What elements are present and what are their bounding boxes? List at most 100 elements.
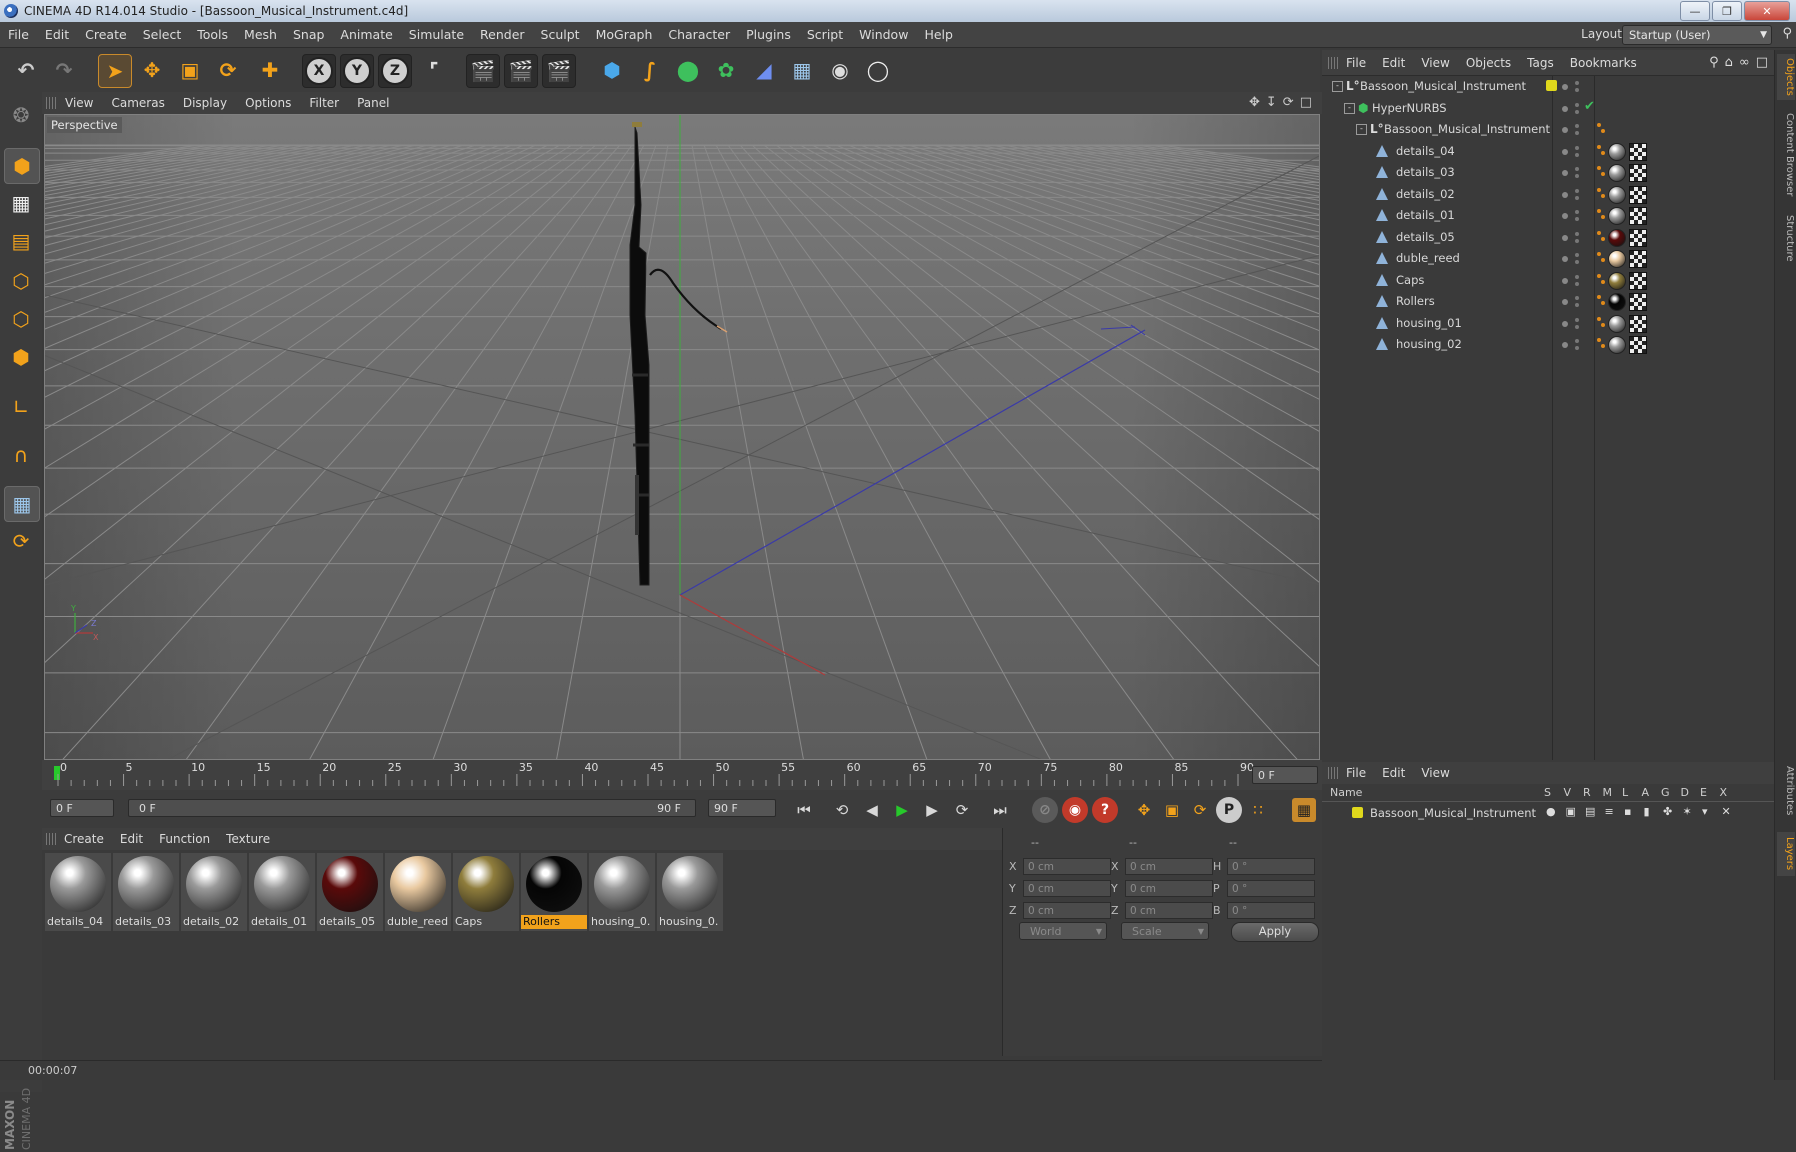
menu-character[interactable]: Character xyxy=(660,27,738,42)
close-button[interactable]: ✕ xyxy=(1744,1,1790,21)
editor-visibility-icon[interactable] xyxy=(1575,253,1579,257)
previous-key-button[interactable]: ⟲ xyxy=(830,798,854,822)
viewport-menu-view[interactable]: View xyxy=(56,96,102,110)
material-item[interactable]: housing_0. xyxy=(589,853,655,931)
array-button[interactable]: ✿ xyxy=(710,54,742,86)
material-item[interactable]: details_02 xyxy=(181,853,247,931)
end-frame-field[interactable]: 90 F xyxy=(708,799,776,817)
phong-tag-icon[interactable] xyxy=(1597,229,1605,245)
live-selection-tool[interactable]: ➤ xyxy=(98,54,132,88)
material-item[interactable]: details_05 xyxy=(317,853,383,931)
render-visibility-icon[interactable] xyxy=(1575,260,1579,264)
workplane-mode-button[interactable]: ▤ xyxy=(4,224,38,258)
phong-tag-icon[interactable] xyxy=(1597,207,1605,223)
object-row[interactable]: Rollers xyxy=(1322,291,1774,312)
editor-visibility-icon[interactable] xyxy=(1575,188,1579,193)
layout-select[interactable]: Startup (User) ▼ xyxy=(1622,25,1772,45)
go-to-start-button[interactable]: ⏮ xyxy=(792,798,816,822)
material-item[interactable]: Rollers xyxy=(521,853,587,931)
render-visibility-icon[interactable] xyxy=(1575,324,1579,329)
visibility-dot-icon[interactable] xyxy=(1562,191,1568,198)
object-menu-tags[interactable]: Tags xyxy=(1519,56,1562,70)
y-axis-lock[interactable]: Y xyxy=(340,54,374,88)
layer-color-swatch[interactable] xyxy=(1546,80,1557,91)
menu-script[interactable]: Script xyxy=(799,27,851,42)
apply-button[interactable]: Apply xyxy=(1231,922,1319,942)
move-tool[interactable]: ✥ xyxy=(136,54,168,86)
viewport-menu-cameras[interactable]: Cameras xyxy=(102,96,173,110)
workplane-lock-button[interactable]: ▦ xyxy=(4,486,40,522)
parameter-key-toggle[interactable]: P xyxy=(1216,797,1242,823)
collapse-toggle-icon[interactable]: - xyxy=(1344,102,1355,114)
next-frame-button[interactable]: ▶ xyxy=(920,798,944,822)
keyframe-selection-button[interactable]: ? xyxy=(1092,797,1118,823)
menu-edit[interactable]: Edit xyxy=(37,27,77,42)
record-keys-button[interactable]: ⊘ xyxy=(1032,797,1058,823)
coord-position-field[interactable]: 0 cm xyxy=(1023,858,1111,875)
render-visibility-icon[interactable] xyxy=(1575,88,1579,92)
visibility-dot-icon[interactable] xyxy=(1562,277,1568,284)
go-to-end-button[interactable]: ⏭ xyxy=(988,798,1012,822)
coord-size-field[interactable]: 0 cm xyxy=(1125,902,1213,919)
polygons-mode-button[interactable]: ⬢ xyxy=(4,340,38,374)
material-item[interactable]: duble_reed xyxy=(385,853,451,931)
tab-layers[interactable]: Layers xyxy=(1777,832,1795,876)
viewport-menu-panel[interactable]: Panel xyxy=(348,96,398,110)
editor-visibility-icon[interactable] xyxy=(1575,274,1579,279)
editor-visibility-icon[interactable] xyxy=(1575,339,1579,343)
visibility-dot-icon[interactable] xyxy=(1562,84,1568,90)
play-button[interactable]: ▶ xyxy=(890,798,914,822)
layer-menu-view[interactable]: View xyxy=(1413,766,1457,780)
material-tag-icon[interactable] xyxy=(1608,314,1626,333)
search-icon[interactable]: ⚲ xyxy=(1782,26,1792,41)
render-visibility-icon[interactable] xyxy=(1575,303,1579,307)
deformer-button[interactable]: ◢ xyxy=(748,54,780,86)
rotate-view-icon[interactable]: ⟳ xyxy=(1283,95,1294,110)
tab-attributes[interactable]: Attributes xyxy=(1777,760,1795,822)
material-item[interactable]: details_04 xyxy=(45,853,111,931)
uvw-tag-icon[interactable] xyxy=(1629,142,1647,161)
material-item[interactable]: housing_0. xyxy=(657,853,723,931)
undo-button[interactable]: ↶ xyxy=(10,54,42,86)
render-visibility-icon[interactable] xyxy=(1575,346,1579,350)
timeline-window-button[interactable]: ▦ xyxy=(1292,798,1316,822)
visibility-dot-icon[interactable] xyxy=(1562,320,1568,327)
collapse-toggle-icon[interactable]: - xyxy=(1356,124,1367,135)
render-visibility-icon[interactable] xyxy=(1575,131,1579,135)
object-row[interactable]: Caps xyxy=(1322,270,1774,291)
visibility-dot-icon[interactable] xyxy=(1562,148,1568,155)
size-mode-select[interactable]: Scale ▼ xyxy=(1121,922,1209,940)
object-row[interactable]: - ⬢ HyperNURBS ✔ xyxy=(1322,98,1774,119)
render-view-button[interactable]: 🎬 xyxy=(466,54,500,88)
material-tag-icon[interactable] xyxy=(1608,164,1626,182)
position-key-toggle[interactable]: ✥ xyxy=(1132,798,1156,822)
coord-position-field[interactable]: 0 cm xyxy=(1023,880,1111,897)
floor-button[interactable]: ▦ xyxy=(786,54,818,86)
start-frame-field[interactable]: 0 F xyxy=(50,799,114,817)
menu-mesh[interactable]: Mesh xyxy=(236,27,285,42)
axis-mode-button[interactable]: ∟ xyxy=(4,390,38,424)
menu-sculpt[interactable]: Sculpt xyxy=(533,27,588,42)
object-menu-edit[interactable]: Edit xyxy=(1374,56,1413,70)
uvw-tag-icon[interactable] xyxy=(1629,293,1647,311)
coord-rotation-field[interactable]: 0 ° xyxy=(1227,880,1315,897)
search-icon[interactable]: ⚲ xyxy=(1709,55,1719,70)
tab-structure[interactable]: Structure xyxy=(1777,210,1795,266)
material-menu-create[interactable]: Create xyxy=(56,832,112,846)
phong-tag-icon[interactable] xyxy=(1597,121,1605,137)
object-row[interactable]: duble_reed xyxy=(1322,248,1774,269)
uvw-tag-icon[interactable] xyxy=(1629,271,1647,290)
material-menu-function[interactable]: Function xyxy=(151,832,218,846)
menu-select[interactable]: Select xyxy=(135,27,190,42)
layer-solo-toggle-icon[interactable]: ● xyxy=(1546,805,1556,818)
object-row[interactable]: - L° Bassoon_Musical_Instrument xyxy=(1322,76,1774,97)
editor-visibility-icon[interactable] xyxy=(1575,296,1579,300)
points-mode-button[interactable]: ⬡ xyxy=(4,264,38,298)
object-row[interactable]: details_03 xyxy=(1322,162,1774,183)
phong-tag-icon[interactable] xyxy=(1597,186,1605,202)
uvw-tag-icon[interactable] xyxy=(1629,336,1647,354)
coordinate-system-toggle[interactable]: ⌜ xyxy=(418,54,450,86)
object-menu-objects[interactable]: Objects xyxy=(1458,56,1519,70)
menu-tools[interactable]: Tools xyxy=(189,27,236,42)
coord-size-field[interactable]: 0 cm xyxy=(1125,880,1213,897)
